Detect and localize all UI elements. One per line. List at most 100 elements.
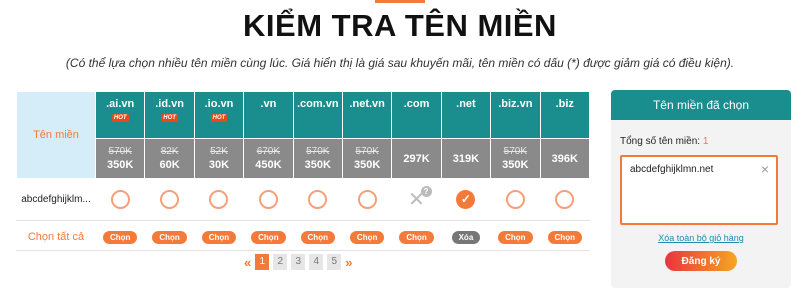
extension-header: .vn bbox=[243, 91, 294, 139]
action-cell: Chọn bbox=[341, 220, 393, 251]
select-radio-icon[interactable] bbox=[357, 190, 377, 209]
remove-domain-icon[interactable]: × bbox=[761, 161, 769, 177]
selected-check-icon[interactable]: ✓ bbox=[456, 190, 476, 209]
old-price: 570K bbox=[306, 145, 330, 157]
availability-cell bbox=[243, 178, 294, 221]
extension-label: .vn bbox=[260, 98, 277, 110]
select-button[interactable]: Chọn bbox=[349, 230, 385, 244]
old-price: 570K bbox=[503, 145, 527, 157]
old-price: 570K bbox=[355, 145, 379, 157]
page-subtitle: (Có thể lựa chọn nhiều tên miền cùng lúc… bbox=[65, 56, 735, 70]
page-title: KIỂM TRA TÊN MIỀN bbox=[243, 8, 557, 43]
select-button[interactable]: Chọn bbox=[498, 230, 533, 244]
hot-badge: HOT bbox=[111, 114, 129, 122]
pagination-pages: 12345 bbox=[255, 254, 342, 270]
page-5[interactable]: 5 bbox=[327, 254, 342, 270]
current-price: 350K bbox=[354, 158, 381, 171]
select-radio-icon[interactable] bbox=[308, 190, 328, 209]
availability-cell bbox=[539, 178, 591, 221]
hot-badge: HOT bbox=[161, 114, 178, 122]
page-3[interactable]: 3 bbox=[291, 254, 306, 270]
select-radio-icon[interactable] bbox=[209, 190, 229, 209]
select-radio-icon[interactable] bbox=[505, 190, 525, 209]
hot-badge: HOT bbox=[210, 114, 228, 122]
select-all-link[interactable]: Chọn tất cả bbox=[28, 231, 84, 243]
extension-header: .com bbox=[391, 91, 442, 139]
current-price: 30K bbox=[208, 158, 230, 171]
extension-header: .net bbox=[440, 91, 492, 139]
selected-domains-list: abcdefghijklmn.net × bbox=[620, 155, 778, 225]
extension-label: .net.vn bbox=[349, 98, 385, 110]
action-cell: Chọn bbox=[539, 220, 591, 251]
unavailable-icon[interactable]: ✕? bbox=[406, 185, 432, 210]
select-row: Chọn tất cả Chọn Chọn Chọn Chọn Chọn Chọn Chọn… bbox=[16, 220, 591, 251]
current-price: 350K bbox=[304, 158, 331, 171]
select-radio-icon[interactable] bbox=[110, 190, 130, 209]
extension-label: .com.vn bbox=[296, 98, 339, 110]
pagination-prev[interactable]: « bbox=[244, 255, 251, 270]
extension-header: .io.vn HOT bbox=[193, 91, 245, 139]
select-button[interactable]: Chọn bbox=[102, 230, 138, 244]
select-radio-icon[interactable] bbox=[160, 190, 180, 209]
extension-header: .biz bbox=[539, 91, 591, 139]
domain-result-table: Tên miền .ai.vn HOT .id.vn HOT .io.vn HOT .vn.… bbox=[16, 91, 591, 251]
page-1[interactable]: 1 bbox=[255, 254, 270, 270]
availability-cell bbox=[94, 178, 146, 221]
price-cell: 396K bbox=[539, 138, 591, 179]
price-cell: 570K 350K bbox=[94, 138, 146, 179]
page-4[interactable]: 4 bbox=[309, 254, 324, 270]
extension-label: .id.vn bbox=[155, 98, 184, 110]
page-2[interactable]: 2 bbox=[273, 254, 288, 270]
current-price: 60K bbox=[159, 158, 180, 171]
extension-label: .com bbox=[403, 98, 430, 110]
price-cell: 570K 350K bbox=[490, 138, 541, 179]
action-cell: Xóa bbox=[440, 220, 492, 251]
domain-row: abcdefghijklm... ✕? ✓ bbox=[16, 178, 591, 221]
select-button[interactable]: Chọn bbox=[399, 230, 434, 244]
select-button[interactable]: Chọn bbox=[251, 230, 286, 244]
availability-cell: ✓ bbox=[440, 178, 492, 221]
old-price: 82K bbox=[160, 145, 179, 157]
domain-count-value: 1 bbox=[702, 136, 709, 147]
selected-domains-panel: Tên miền đã chọn Tổng số tên miền: 1 abc… bbox=[611, 90, 791, 288]
extension-label: .biz bbox=[555, 98, 574, 110]
action-cell: Chọn bbox=[490, 220, 541, 251]
clear-cart-link[interactable]: Xóa toàn bộ giỏ hàng bbox=[611, 233, 791, 243]
action-cell: Chọn bbox=[243, 220, 294, 251]
extension-label: .net bbox=[456, 98, 476, 110]
action-cell: Chọn bbox=[292, 220, 343, 251]
help-icon[interactable]: ? bbox=[420, 185, 432, 197]
register-button[interactable]: Đăng ký bbox=[665, 251, 737, 271]
price-cell: 570K 350K bbox=[341, 138, 393, 179]
selected-domain-item: abcdefghijklmn.net bbox=[630, 164, 714, 175]
current-price: 297K bbox=[403, 152, 430, 165]
extension-header: .id.vn HOT bbox=[144, 91, 195, 139]
current-price: 350K bbox=[502, 158, 529, 171]
current-price: 319K bbox=[452, 152, 480, 165]
select-radio-icon[interactable] bbox=[555, 190, 575, 209]
select-radio-icon[interactable] bbox=[258, 190, 278, 209]
select-button[interactable]: Chọn bbox=[300, 230, 335, 244]
select-button[interactable]: Chọn bbox=[547, 230, 582, 244]
current-price: 350K bbox=[107, 158, 134, 171]
domain-count-label: Tổng số tên miền: bbox=[620, 136, 701, 147]
remove-button[interactable]: Xóa bbox=[451, 230, 481, 244]
domain-name-cell: abcdefghijklm... bbox=[16, 178, 96, 221]
pagination-next[interactable]: » bbox=[345, 255, 352, 270]
action-cell: Chọn bbox=[144, 220, 195, 251]
price-cell: 52K 30K bbox=[193, 138, 245, 179]
current-price: 450K bbox=[255, 158, 282, 171]
select-button[interactable]: Chọn bbox=[201, 230, 237, 244]
availability-cell: ✕? bbox=[391, 178, 442, 221]
select-button[interactable]: Chọn bbox=[152, 230, 187, 244]
pagination: « 12345 » bbox=[244, 254, 352, 270]
domain-count: Tổng số tên miền: 1 bbox=[620, 136, 708, 147]
extension-label: .biz.vn bbox=[498, 98, 533, 110]
old-price: 570K bbox=[108, 145, 132, 157]
extension-header: .biz.vn bbox=[490, 91, 541, 139]
action-cell: Chọn bbox=[391, 220, 442, 251]
title-accent-bar bbox=[375, 0, 425, 3]
availability-cell bbox=[144, 178, 195, 221]
availability-cell bbox=[490, 178, 541, 221]
old-price: 670K bbox=[256, 145, 281, 157]
